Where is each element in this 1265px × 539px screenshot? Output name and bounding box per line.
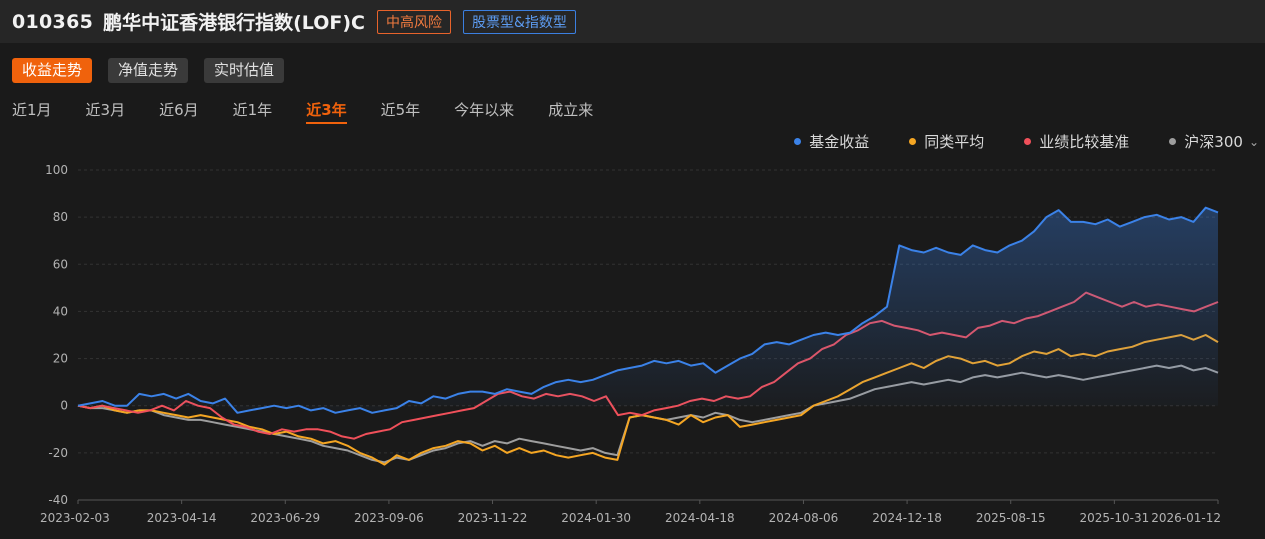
y-tick-label: -40 bbox=[48, 493, 68, 507]
y-tick-label: 40 bbox=[53, 304, 68, 318]
x-tick-label: 2026-01-12 bbox=[1151, 511, 1221, 525]
risk-badge: 中高风险 bbox=[377, 9, 451, 34]
x-tick-label: 2023-02-03 bbox=[40, 511, 110, 525]
legend-item-peer-average[interactable]: 同类平均 bbox=[909, 131, 984, 152]
x-tick-label: 2024-08-06 bbox=[769, 511, 839, 525]
y-tick-label: -20 bbox=[48, 446, 68, 460]
legend-item-fund-return[interactable]: 基金收益 bbox=[794, 131, 869, 152]
legend-dot-fund-return bbox=[794, 138, 802, 145]
chart-mode-tabs: 收益走势 净值走势 实时估值 bbox=[12, 58, 285, 83]
legend-dot-csi300 bbox=[1169, 138, 1177, 145]
tab-range-ytd[interactable]: 今年以来 bbox=[454, 96, 514, 124]
tab-range-since-inception[interactable]: 成立来 bbox=[548, 96, 593, 124]
tab-return-trend[interactable]: 收益走势 bbox=[12, 58, 93, 83]
tab-range-1y[interactable]: 近1年 bbox=[233, 96, 273, 124]
legend-item-csi300[interactable]: 沪深300 ⌄ bbox=[1169, 131, 1259, 152]
legend-dot-benchmark bbox=[1024, 138, 1032, 145]
legend-label: 业绩比较基准 bbox=[1039, 133, 1130, 151]
legend-label: 同类平均 bbox=[924, 133, 985, 151]
tab-range-6m[interactable]: 近6月 bbox=[159, 96, 199, 124]
x-tick-label: 2023-11-22 bbox=[458, 511, 528, 525]
x-tick-label: 2023-04-14 bbox=[147, 511, 217, 525]
legend-dot-peer-average bbox=[909, 138, 917, 145]
x-tick-label: 2024-01-30 bbox=[561, 511, 631, 525]
x-tick-label: 2025-08-15 bbox=[976, 511, 1046, 525]
fund-code: 010365 bbox=[12, 10, 94, 33]
legend-label: 基金收益 bbox=[809, 133, 870, 151]
fund-type-badge: 股票型&指数型 bbox=[463, 9, 576, 34]
x-tick-label: 2024-12-18 bbox=[872, 511, 942, 525]
y-tick-label: 80 bbox=[53, 210, 68, 224]
y-tick-label: 60 bbox=[53, 257, 68, 271]
x-tick-label: 2024-04-18 bbox=[665, 511, 735, 525]
series-area-0 bbox=[78, 207, 1218, 413]
legend-label: 沪深300 bbox=[1184, 133, 1243, 151]
page-header: 010365 鹏华中证香港银行指数(LOF)C 中高风险 股票型&指数型 bbox=[0, 0, 1265, 43]
tab-range-3m[interactable]: 近3月 bbox=[86, 96, 126, 124]
y-tick-label: 20 bbox=[53, 352, 68, 366]
y-tick-label: 0 bbox=[60, 399, 68, 413]
legend-item-benchmark[interactable]: 业绩比较基准 bbox=[1024, 131, 1129, 152]
fund-name: 鹏华中证香港银行指数(LOF)C bbox=[103, 12, 365, 34]
x-tick-label: 2025-10-31 bbox=[1079, 511, 1149, 525]
tab-realtime-estimate[interactable]: 实时估值 bbox=[204, 58, 285, 83]
x-tick-label: 2023-06-29 bbox=[250, 511, 320, 525]
chevron-down-icon[interactable]: ⌄ bbox=[1249, 135, 1259, 149]
chart-legend: 基金收益 同类平均 业绩比较基准 沪深300 ⌄ bbox=[754, 131, 1259, 152]
tab-nav-trend[interactable]: 净值走势 bbox=[108, 58, 189, 83]
y-tick-label: 100 bbox=[45, 163, 68, 177]
tab-range-1m[interactable]: 近1月 bbox=[12, 96, 52, 124]
return-chart: -40 -20 0 20 40 60 80 100 2023-02-03 2023-04-14 20… bbox=[40, 163, 1221, 525]
time-range-tabs: 近1月 近3月 近6月 近1年 近3年 近5年 今年以来 成立来 bbox=[12, 96, 627, 124]
x-tick-label: 2023-09-06 bbox=[354, 511, 424, 525]
tab-range-3y[interactable]: 近3年 bbox=[306, 96, 348, 124]
tab-range-5y[interactable]: 近5年 bbox=[381, 96, 421, 124]
